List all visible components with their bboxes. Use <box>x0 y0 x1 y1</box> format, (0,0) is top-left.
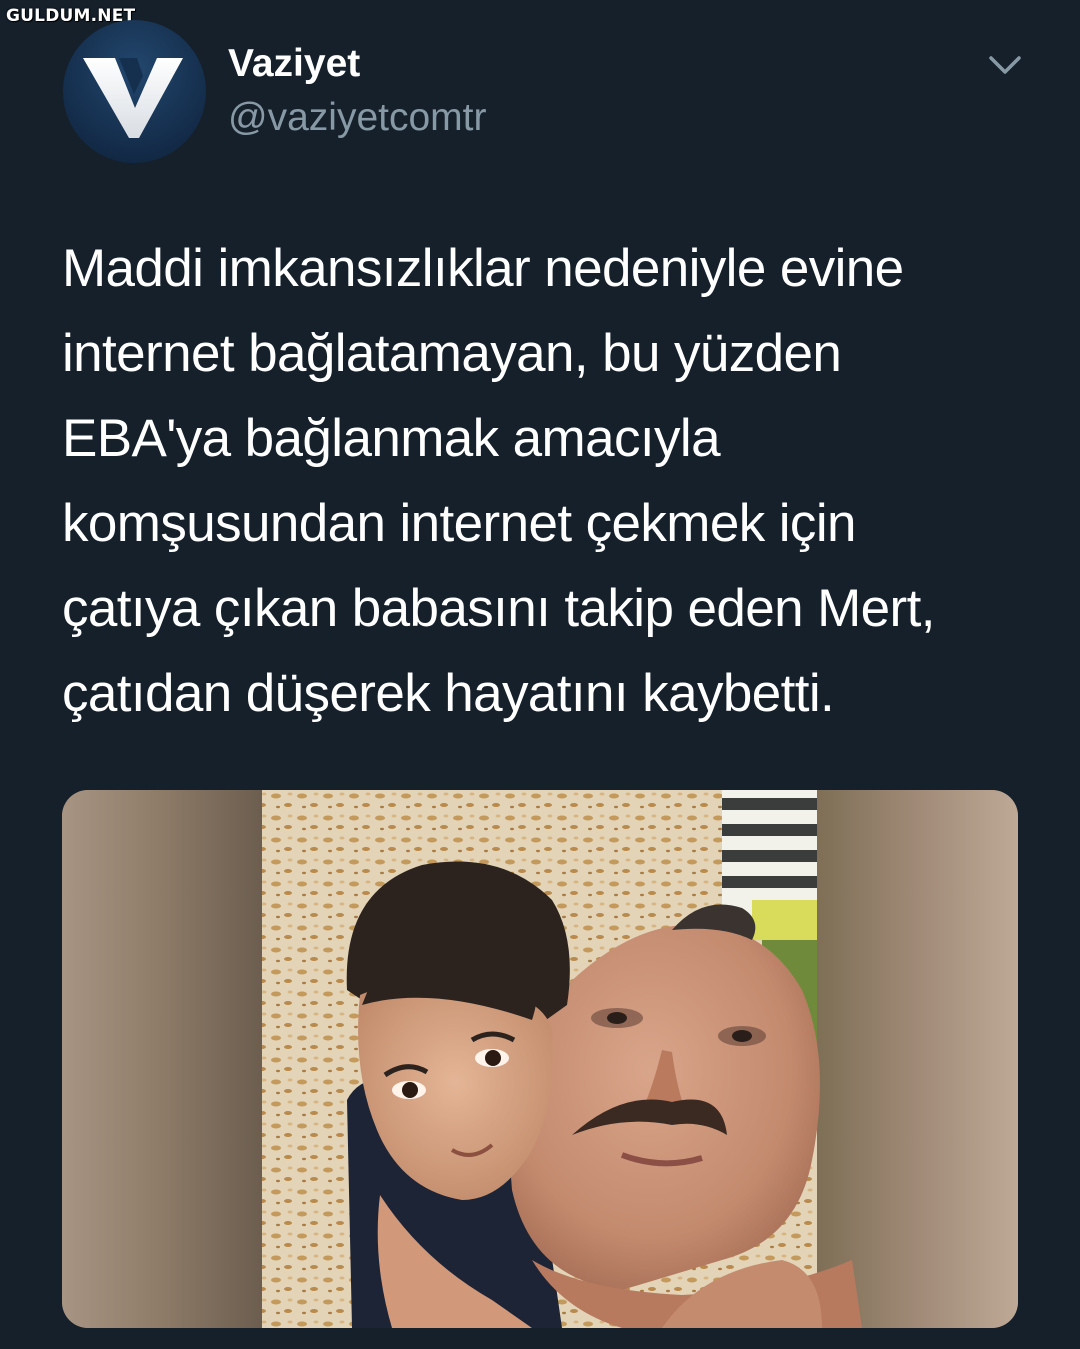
tweet-text-line: Maddi imkansızlıklar nedeniyle evine <box>62 239 904 298</box>
author-handle[interactable]: @vaziyetcomtr <box>228 96 486 140</box>
author-name[interactable]: Vaziyet <box>228 42 360 86</box>
photo-illustration <box>62 790 1018 1328</box>
tweet-text-line: EBA'ya bağlanmak amacıyla <box>62 409 721 468</box>
tweet-text-line: çatıya çıkan babasını takip eden Mert, <box>62 579 935 638</box>
previous-tweet-cutoff <box>150 0 630 8</box>
tweet-text-line: çatıdan düşerek hayatını kaybetti. <box>62 664 835 723</box>
tweet-text-line: komşusundan internet çekmek için <box>62 494 856 553</box>
vaziyet-logo-icon <box>83 58 183 138</box>
chevron-down-icon[interactable] <box>985 48 1025 82</box>
avatar[interactable] <box>63 20 206 163</box>
tweet-photo[interactable] <box>62 790 1018 1328</box>
tweet-text-line: internet bağlatamayan, bu yüzden <box>62 324 842 383</box>
tweet-text: Maddi imkansızlıklar nedeniyle evine int… <box>62 226 1012 736</box>
